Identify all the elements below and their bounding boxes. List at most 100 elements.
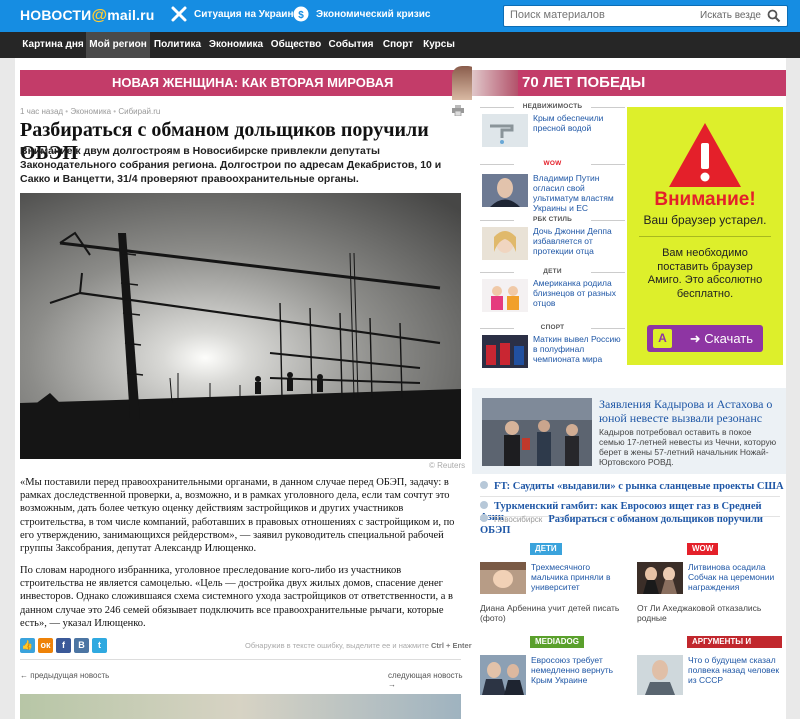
bullet-icon [480,481,488,489]
download-button[interactable]: A ➜ Скачать [647,325,763,352]
divider [20,659,461,660]
logo-text: НОВОСТИ [20,7,92,23]
site-logo[interactable]: НОВОСТИ@mail.ru [20,7,155,25]
search-scope-button[interactable]: Искать везде [700,10,761,21]
next-news-label: следующая новость [388,671,463,680]
teaser-item[interactable]: РБК СТИЛЬ Дочь Джонни Деппа избавляется … [480,216,625,266]
teaser-thumbnail [482,114,528,147]
partner-subtitle[interactable]: Диана Арбенина учит детей писать (фото) [480,603,625,623]
partner-block-deti[interactable]: ДЕТИ Трехмесячного мальчика приняли в ун… [480,543,625,623]
vkontakte-icon[interactable]: В [74,638,89,653]
photo-credit: © Reuters [429,461,466,470]
twitter-icon[interactable]: t [92,638,107,653]
search-icon[interactable] [767,9,781,23]
teaser-category: ДЕТИ [480,268,625,275]
breadcrumb-time: 1 час назад [20,107,64,116]
nav-item-kartina-dnya[interactable]: Картина дня [20,32,86,58]
news-link[interactable]: Новосибирск Разбираться с обманом дольщик… [480,514,786,536]
teaser-thumbnail [482,279,528,312]
breadcrumb-rubric[interactable]: Экономика [63,107,111,116]
teaser-category: РБК СТИЛЬ [480,216,625,223]
logo-at: @ [91,7,108,24]
teaser-title: Дочь Джонни Деппа избавляется от протекц… [533,226,612,256]
feature-thumbnail [482,398,592,466]
arrow-left-icon: ← [20,671,31,680]
nav-item-sobytiya[interactable]: События [325,32,377,58]
teaser-thumbnail [482,227,528,260]
like-icon[interactable]: 👍 [20,638,35,653]
teaser-item[interactable]: СПОРТ Маткин вывел Россию в полуфинал че… [480,324,625,374]
amigo-logo-icon: A [653,329,672,348]
promo-banner-image [472,70,518,96]
header-link-crisis[interactable]: $ Экономический кризис [292,5,430,23]
teaser-title: Маткин вывел Россию в полуфинал чемпиона… [533,334,621,364]
error-hint-keys: Ctrl + Enter [431,641,472,650]
partner-title: Литвинова осадила Собчак на церемонии на… [688,562,775,592]
ukraine-cross-icon [171,6,187,22]
top-header: НОВОСТИ@mail.ru Ситуация на Украине $ Эк… [0,0,800,32]
divider [480,496,780,497]
header-link-label: Экономический кризис [316,8,431,20]
partner-block-wow[interactable]: WOW Литвинова осадила Собчак на церемони… [637,543,782,623]
error-report-hint: Обнаружив в тексте ошибку, выделите ее и… [245,641,472,650]
partner-title: Трехмесячного мальчика приняли в универс… [531,562,611,592]
feature-description: Кадыров потребовал оставить в покое семь… [599,427,777,467]
partner-tag: MEDIADOG [530,636,584,648]
svg-text:$: $ [298,10,304,21]
print-icon[interactable] [452,105,464,116]
teaser-item[interactable]: WOW Владимир Путин огласил свой ультимат… [480,160,625,216]
nav-item-obshchestvo[interactable]: Общество [267,32,325,58]
breadcrumb: 1 час назадЭкономикаСибирай.ru [20,107,160,116]
article-paragraph: По словам народного избранника, уголовно… [20,565,453,629]
partner-title: Что о будущем сказал полвека назад челов… [688,655,780,685]
promo-banner-fashion[interactable]: НОВАЯ ЖЕНЩИНА: КАК ВТОРАЯ МИРОВАЯ ПОВЛИЯ… [20,66,478,116]
teaser-item[interactable]: НЕДВИЖИМОСТЬ Крым обеспечили пресной вод… [480,103,625,153]
odnoklassniki-icon[interactable]: ок [38,638,53,653]
warning-icon [669,123,741,187]
teaser-title: Американка родила близнецов от разных от… [533,278,616,308]
partner-thumbnail [480,655,526,695]
news-link[interactable]: FT: Саудиты «выдавили» с рынка сланцевые… [480,481,784,492]
header-link-ukraine[interactable]: Ситуация на Украине [170,5,299,23]
nav-item-ekonomika[interactable]: Экономика [205,32,267,58]
feature-title: Заявления Кадырова и Астахова о юной нев… [599,397,773,425]
breadcrumb-source[interactable]: Сибирай.ru [111,107,160,116]
browser-ad[interactable]: Внимание! Ваш браузер устарел. Вам необх… [627,107,783,365]
partner-block-mediadog[interactable]: MEDIADOG Евросоюз требует немедленно вер… [480,636,625,706]
bullet-icon [480,501,488,509]
nav-item-moy-region[interactable]: Мой регион [86,32,150,58]
nav-item-kursy[interactable]: Курсы [419,32,459,58]
teaser-category: НЕДВИЖИМОСТЬ [480,103,625,110]
nav-item-sport[interactable]: Спорт [377,32,419,58]
teaser-item[interactable]: ДЕТИ Американка родила близнецов от разн… [480,268,625,318]
bottom-teaser-image[interactable] [20,694,461,719]
error-hint-text: Обнаружив в тексте ошибку, выделите ее и… [245,641,429,650]
search-input[interactable] [510,9,680,21]
arrow-right-icon: ➜ [689,331,705,346]
teaser-thumbnail [482,335,528,368]
facebook-icon[interactable]: f [56,638,71,653]
ad-heading: Внимание! [654,189,756,210]
share-buttons: 👍 ок f В t [20,638,107,653]
header-link-label: Ситуация на Украине [194,8,300,20]
partner-block-aif[interactable]: АРГУМЕНТЫ И ФАКТЫ Что о будущем сказал п… [637,636,782,706]
teaser-title: Крым обеспечили пресной водой [533,113,604,133]
partner-subtitle[interactable]: От Ли Аxeджаковой отказались родные [637,603,782,623]
next-news-link[interactable]: следующая новость → [388,671,472,689]
partner-thumbnail [480,562,526,594]
partner-tag: АРГУМЕНТЫ И ФАКТЫ [687,636,782,658]
partner-tag: ДЕТИ [530,543,562,555]
feature-story[interactable]: Заявления Кадырова и Астахова о юной нев… [472,388,786,474]
article-photo [20,193,461,459]
news-link-region: Новосибирск [494,515,543,524]
teaser-thumbnail [482,174,528,207]
nav-item-politika[interactable]: Политика [150,32,205,58]
teaser-title: Владимир Путин огласил свой ультиматум в… [533,173,614,213]
news-link-text: FT: Саудиты «выдавили» с рынка сланцевые… [494,481,784,492]
prev-news-label: предыдущая новость [30,671,110,680]
prev-news-link[interactable]: ← предыдущая новость [20,671,109,680]
search-box: Искать везде [503,5,788,27]
promo-banner-victory[interactable]: 70 ЛЕТ ПОБЕДЫ [472,70,786,96]
partner-title: Евросоюз требует немедленно вернуть Крым… [531,655,614,685]
economy-icon: $ [293,6,309,22]
